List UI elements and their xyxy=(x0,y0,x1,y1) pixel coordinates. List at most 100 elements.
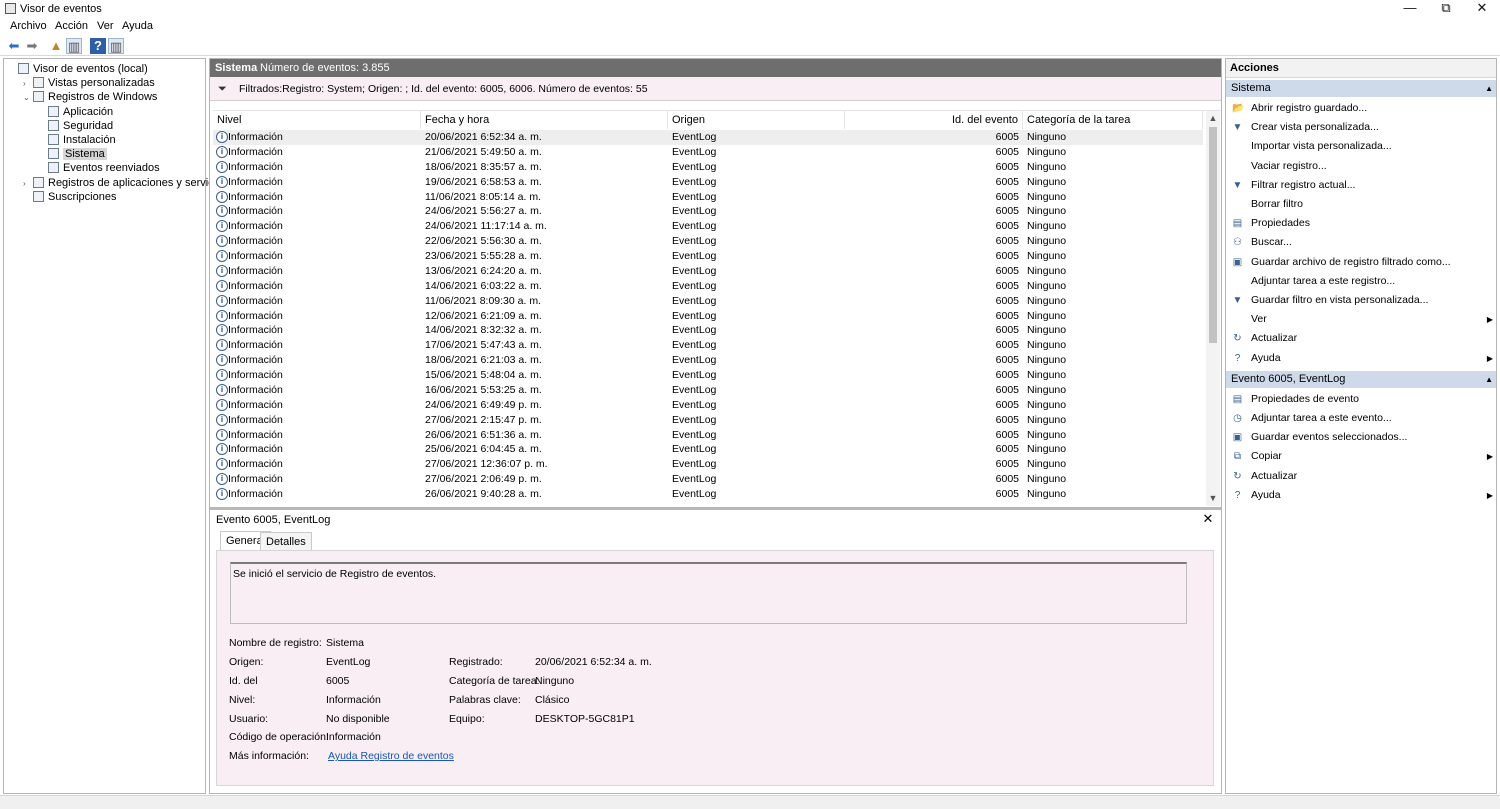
help-icon[interactable]: ? xyxy=(90,38,106,54)
table-row[interactable]: i Información 21/06/2021 5:49:50 a. m. Even… xyxy=(213,145,1203,160)
cell-date: 21/06/2021 5:49:50 a. m. xyxy=(425,145,542,158)
expand-icon[interactable]: › xyxy=(23,177,33,191)
action-item[interactable]: ? Ayuda ▶ xyxy=(1226,349,1496,368)
up-folder-icon[interactable]: ▲ xyxy=(48,38,64,54)
table-row[interactable]: i Información 11/06/2021 8:09:30 a. m. Even… xyxy=(213,294,1203,309)
table-row[interactable]: i Información 27/06/2021 2:15:47 p. m. Even… xyxy=(213,413,1203,428)
value-user: No disponible xyxy=(326,713,390,725)
cell-source: EventLog xyxy=(672,369,717,382)
log-icon xyxy=(48,162,59,174)
column-header[interactable]: Origen xyxy=(668,111,845,129)
cell-date: 22/06/2021 5:56:30 a. m. xyxy=(425,235,542,248)
column-header[interactable]: Categoría de la tarea xyxy=(1023,111,1203,129)
scroll-up-icon[interactable]: ▲ xyxy=(1208,113,1218,123)
close-detail-icon[interactable]: ✕ xyxy=(1201,511,1215,527)
table-row[interactable]: i Información 22/06/2021 5:56:30 a. m. Even… xyxy=(213,234,1203,249)
expand-icon[interactable]: › xyxy=(23,77,33,91)
action-item[interactable]: ▼ Filtrar registro actual... xyxy=(1226,176,1496,195)
tree-item[interactable]: ⌄ Registros de Windows xyxy=(23,90,157,104)
forward-arrow-icon[interactable]: ➡ xyxy=(24,38,40,54)
value-logged: 20/06/2021 6:52:34 a. m. xyxy=(535,656,652,668)
menu-ver[interactable]: Ver xyxy=(97,20,114,32)
menu-archivo[interactable]: Archivo xyxy=(10,20,47,32)
column-header[interactable]: Fecha y hora xyxy=(421,111,668,129)
cell-level: Información xyxy=(228,339,283,352)
tree-item[interactable]: Seguridad xyxy=(38,119,113,133)
table-row[interactable]: i Información 24/06/2021 6:49:49 p. m. Even… xyxy=(213,398,1203,413)
action-item[interactable]: ◷ Adjuntar tarea a este evento... xyxy=(1226,409,1496,428)
column-header[interactable]: Nivel xyxy=(213,111,421,129)
table-row[interactable]: i Información 27/06/2021 12:36:07 p. m. Eve… xyxy=(213,457,1203,472)
scroll-down-icon[interactable]: ▼ xyxy=(1208,493,1218,503)
actions-section-header[interactable]: Sistema ▲ xyxy=(1226,80,1496,97)
table-row[interactable]: i Información 26/06/2021 6:51:36 a. m. Even… xyxy=(213,428,1203,443)
cell-task-category: Ninguno xyxy=(1027,131,1067,143)
more-info-link[interactable]: Ayuda Registro de eventos xyxy=(328,750,454,762)
action-item[interactable]: ▼ Guardar filtro en vista personalizada..… xyxy=(1226,291,1496,310)
tab-detalles[interactable]: Detalles xyxy=(260,532,312,551)
tree-item[interactable]: › Vistas personalizadas xyxy=(23,76,155,90)
cell-task-category: Ninguno xyxy=(1027,488,1067,501)
table-row[interactable]: i Información 18/06/2021 6:21:03 a. m. Even… xyxy=(213,353,1203,368)
action-item[interactable]: Adjuntar tarea a este registro... xyxy=(1226,272,1496,291)
table-row[interactable]: i Información 27/06/2021 2:06:49 p. m. Even… xyxy=(213,472,1203,487)
event-viewer-app-icon xyxy=(5,3,16,14)
table-row[interactable]: i Información 24/06/2021 5:56:27 a. m. Even… xyxy=(213,204,1203,219)
table-row[interactable]: i Información 17/06/2021 5:47:43 a. m. Even… xyxy=(213,338,1203,353)
table-scrollbar[interactable]: ▲ ▼ xyxy=(1206,111,1220,506)
table-row[interactable]: i Información 13/06/2021 6:24:20 a. m. Even… xyxy=(213,264,1203,279)
action-item[interactable]: Ver ▶ xyxy=(1226,310,1496,329)
action-item[interactable]: ↻ Actualizar xyxy=(1226,467,1496,486)
close-window-button[interactable]: ✕ xyxy=(1464,0,1500,18)
action-item[interactable]: ? Ayuda ▶ xyxy=(1226,486,1496,505)
cell-date: 18/06/2021 6:21:03 a. m. xyxy=(425,354,542,367)
table-row[interactable]: i Información 19/06/2021 6:58:53 a. m. Even… xyxy=(213,175,1203,190)
show-hide-tree-icon[interactable]: ▥ xyxy=(66,38,82,54)
action-item[interactable]: Importar vista personalizada... xyxy=(1226,137,1496,156)
table-row[interactable]: i Información 14/06/2021 8:32:32 a. m. Even… xyxy=(213,323,1203,338)
table-row[interactable]: i Información 25/06/2021 6:04:45 a. m. Even… xyxy=(213,442,1203,457)
tree-item[interactable]: Visor de eventos (local) xyxy=(8,62,148,76)
action-item[interactable]: Vaciar registro... xyxy=(1226,157,1496,176)
tree-item[interactable]: › Registros de aplicaciones y servicios xyxy=(23,176,228,190)
table-row[interactable]: i Información 18/06/2021 8:35:57 a. m. Even… xyxy=(213,160,1203,175)
tree-item[interactable]: Sistema xyxy=(38,147,107,161)
action-item[interactable]: ▤ Propiedades xyxy=(1226,214,1496,233)
table-row[interactable]: i Información 14/06/2021 6:03:22 a. m. Even… xyxy=(213,279,1203,294)
tree-item[interactable]: Suscripciones xyxy=(23,190,116,204)
action-item[interactable]: ▣ Guardar eventos seleccionados... xyxy=(1226,428,1496,447)
collapse-section-icon[interactable]: ▲ xyxy=(1485,80,1493,97)
action-item[interactable]: ⧉ Copiar ▶ xyxy=(1226,447,1496,466)
tree-item[interactable]: Eventos reenviados xyxy=(38,161,160,175)
tree-item[interactable]: Aplicación xyxy=(38,105,113,119)
scrollbar-thumb[interactable] xyxy=(1209,127,1217,343)
table-row[interactable]: i Información 11/06/2021 8:05:14 a. m. Even… xyxy=(213,190,1203,205)
action-item[interactable]: ▣ Guardar archivo de registro filtrado co… xyxy=(1226,253,1496,272)
show-hide-action-pane-icon[interactable]: ▥ xyxy=(108,38,124,54)
menu-ayuda[interactable]: Ayuda xyxy=(122,20,153,32)
table-row[interactable]: i Información 20/06/2021 6:52:34 a. m. Even… xyxy=(213,130,1203,145)
table-row[interactable]: i Información 24/06/2021 11:17:14 a. m. Eve… xyxy=(213,219,1203,234)
action-item[interactable]: Borrar filtro xyxy=(1226,195,1496,214)
action-item[interactable]: ▼ Crear vista personalizada... xyxy=(1226,118,1496,137)
maximize-button[interactable]: ⧉ xyxy=(1428,0,1464,18)
action-item[interactable]: ↻ Actualizar xyxy=(1226,329,1496,348)
menu-accion[interactable]: Acción xyxy=(55,20,88,32)
back-arrow-icon[interactable]: ⬅ xyxy=(6,38,22,54)
table-row[interactable]: i Información 12/06/2021 6:21:09 a. m. Even… xyxy=(213,309,1203,324)
collapse-icon[interactable]: ⌄ xyxy=(23,91,33,105)
action-item[interactable]: ⚇ Buscar... xyxy=(1226,233,1496,252)
minimize-button[interactable]: — xyxy=(1392,0,1428,18)
cell-task-category: Ninguno xyxy=(1027,264,1067,277)
action-item[interactable]: 📂 Abrir registro guardado... xyxy=(1226,99,1496,118)
cell-date: 27/06/2021 2:15:47 p. m. xyxy=(425,413,542,426)
cell-source: EventLog xyxy=(672,383,717,396)
table-row[interactable]: i Información 15/06/2021 5:48:04 a. m. Even… xyxy=(213,368,1203,383)
actions-section-header[interactable]: Evento 6005, EventLog ▲ xyxy=(1226,370,1496,388)
table-row[interactable]: i Información 16/06/2021 5:53:25 a. m. Even… xyxy=(213,383,1203,398)
collapse-section-icon[interactable]: ▲ xyxy=(1485,371,1493,388)
table-row[interactable]: i Información 23/06/2021 5:55:28 a. m. Even… xyxy=(213,249,1203,264)
table-row[interactable]: i Información 26/06/2021 9:40:28 a. m. Even… xyxy=(213,487,1203,502)
tree-item[interactable]: Instalación xyxy=(38,133,116,147)
action-item[interactable]: ▤ Propiedades de evento xyxy=(1226,390,1496,409)
